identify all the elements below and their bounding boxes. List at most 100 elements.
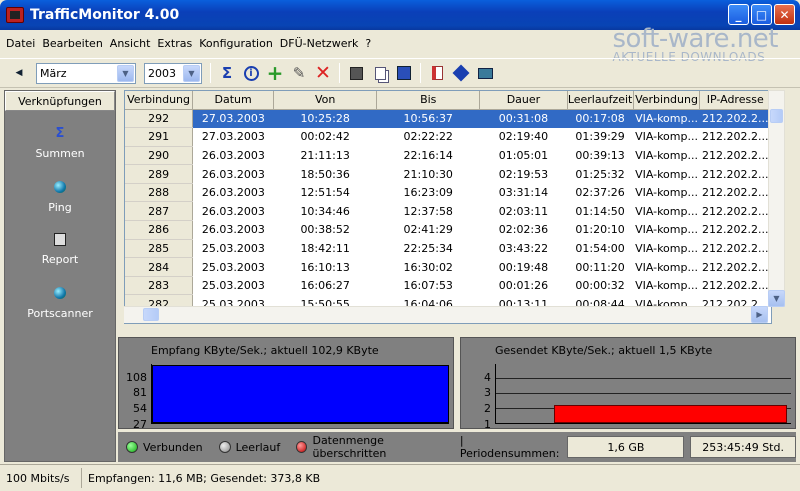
table-cell: VIA-komp...	[635, 260, 698, 274]
table-row[interactable]: 289 26.03.2003 18:50:36 21:10:30 02:19:53 01:…	[125, 164, 771, 184]
legend-idle: Leerlauf	[218, 440, 281, 454]
table-cell: 18:42:11	[300, 241, 350, 255]
table-row[interactable]: 290 26.03.2003 21:11:13 22:16:14 01:05:01 00:…	[125, 146, 771, 166]
table-row[interactable]: 287 26.03.2003 10:34:46 12:37:58 02:03:11 01:…	[125, 201, 771, 222]
sigma-icon[interactable]: Σ	[215, 61, 239, 85]
table-cell: 12:37:58	[403, 204, 453, 218]
column-header[interactable]: Leerlaufzeit	[567, 91, 634, 110]
delete-icon[interactable]: ✕	[311, 61, 335, 85]
table-cell: 00:02:42	[300, 130, 350, 144]
status-speed: 100 Mbits/s	[0, 468, 82, 488]
table-cell: 26.03.2003	[201, 186, 265, 200]
table-cell: VIA-komp...	[635, 204, 698, 218]
table-cell: VIA-komp...	[635, 130, 698, 144]
sidebar-item-summen[interactable]: Σ Summen	[5, 125, 115, 161]
column-header[interactable]: IP-Adresse	[699, 91, 771, 110]
legend-idle-label: Leerlauf	[235, 440, 281, 454]
table-cell: 01:25:32	[575, 167, 625, 181]
column-header[interactable]: Verbindung	[125, 91, 194, 110]
period-total-data: 1,6 GB	[567, 436, 685, 458]
table-cell: 212.202.2...	[702, 223, 769, 237]
table-cell: 26.03.2003	[201, 167, 265, 181]
chevron-down-icon[interactable]: ▼	[117, 64, 134, 82]
year-select[interactable]: 2003 ▼	[144, 62, 202, 84]
table-cell: 18:50:36	[300, 167, 350, 181]
add-icon[interactable]: +	[263, 61, 287, 85]
close-button[interactable]: ✕	[774, 4, 795, 25]
scroll-thumb[interactable]	[770, 109, 783, 123]
column-header[interactable]: Verbindung	[633, 91, 701, 110]
table-cell: 284	[125, 257, 194, 277]
sidebar: Verknüpfungen Σ Summen Ping Report Ports…	[4, 90, 116, 462]
sidebar-item-ping[interactable]: Ping	[5, 179, 115, 214]
minimize-button[interactable]: _	[728, 4, 749, 25]
column-header[interactable]: Von	[273, 91, 378, 110]
horizontal-scrollbar[interactable]: ▶	[124, 306, 768, 323]
table-row[interactable]: 292 27.03.2003 10:25:28 10:56:37 00:31:08 00:…	[125, 109, 771, 129]
previous-arrow-icon[interactable]: ◀	[8, 62, 30, 84]
table-cell: 212.202.2...	[702, 130, 769, 144]
table-cell: VIA-komp...	[635, 223, 698, 237]
table-cell: 27.03.2003	[192, 109, 274, 128]
sidebar-item-portscanner[interactable]: Portscanner	[5, 285, 115, 320]
connection-icon[interactable]	[449, 61, 473, 85]
status-bar: 100 Mbits/s Empfangen: 11,6 MB; Gesendet…	[0, 464, 800, 491]
menu-bearbeiten[interactable]: Bearbeiten	[42, 37, 102, 50]
table-cell: 01:05:01	[498, 148, 549, 162]
copy-icon[interactable]	[368, 61, 392, 85]
table-row[interactable]: 285 25.03.2003 18:42:11 22:25:34 03:43:22 01:…	[125, 239, 771, 259]
menu-datei[interactable]: Datei	[6, 37, 35, 50]
table-row[interactable]: 286 26.03.2003 00:38:52 02:41:29 02:02:36 01:…	[125, 220, 771, 240]
sidebar-header[interactable]: Verknüpfungen	[5, 91, 115, 111]
column-header[interactable]: Datum	[192, 91, 275, 110]
status-traffic: Empfangen: 11,6 MB; Gesendet: 373,8 KB	[88, 471, 321, 485]
table-cell: 01:14:50	[575, 204, 625, 218]
column-header[interactable]: Dauer	[479, 91, 568, 110]
info-icon[interactable]: i	[239, 61, 263, 85]
menu-extras[interactable]: Extras	[157, 37, 192, 50]
network-icon[interactable]	[473, 61, 497, 85]
send-tick: 4	[484, 371, 491, 384]
menu-help[interactable]: ?	[365, 37, 371, 50]
report-icon[interactable]	[425, 61, 449, 85]
month-select[interactable]: März ▼	[36, 62, 136, 84]
vertical-scrollbar[interactable]: ▼	[768, 90, 785, 307]
scroll-thumb[interactable]	[143, 308, 159, 321]
table-cell: VIA-komp...	[635, 279, 698, 293]
edit-icon[interactable]: ✎	[287, 61, 311, 85]
table-cell: 00:00:32	[575, 279, 625, 293]
table-cell: 22:25:34	[403, 241, 453, 255]
save-icon[interactable]	[392, 61, 416, 85]
table-row[interactable]: 283 25.03.2003 16:06:27 16:07:53 00:01:26 00:…	[125, 276, 771, 296]
maximize-button[interactable]: □	[751, 4, 772, 25]
cube-icon	[52, 231, 68, 247]
table-cell: 16:10:13	[300, 260, 350, 274]
menu-ansicht[interactable]: Ansicht	[110, 37, 151, 50]
receive-plot-area	[151, 364, 449, 424]
table-cell: 212.202.2...	[702, 167, 769, 181]
table-cell: 02:37:26	[575, 186, 625, 200]
table-cell: VIA-komp...	[635, 167, 698, 181]
sidebar-item-report[interactable]: Report	[5, 231, 115, 266]
connections-grid[interactable]: Verbindung Datum Von Bis Dauer Leerlaufzeit Ve…	[124, 90, 772, 324]
table-row[interactable]: 288 26.03.2003 12:51:54 16:23:09 03:31:14 02:…	[125, 183, 771, 203]
menu-dfue-netzwerk[interactable]: DFÜ-Netzwerk	[280, 37, 359, 50]
table-row[interactable]: 284 25.03.2003 16:10:13 16:30:02 00:19:48 00:…	[125, 257, 771, 277]
scroll-down-button[interactable]: ▼	[768, 290, 785, 307]
table-cell: 291	[125, 127, 194, 147]
table-cell: 16:06:27	[300, 279, 350, 293]
scroll-right-button[interactable]: ▶	[751, 306, 768, 323]
chevron-down-icon[interactable]: ▼	[183, 64, 200, 82]
legend-bar: Verbunden Leerlauf Datenmenge überschrit…	[118, 432, 796, 462]
cube-icon[interactable]	[344, 61, 368, 85]
receive-bar	[152, 365, 449, 423]
table-cell: VIA-komp...	[635, 241, 698, 255]
window-title: TrafficMonitor 4.00	[30, 7, 180, 23]
column-header[interactable]: Bis	[376, 91, 481, 110]
table-cell: 26.03.2003	[201, 148, 265, 162]
table-row[interactable]: 291 27.03.2003 00:02:42 02:22:22 02:19:40 01:…	[125, 127, 771, 147]
menu-konfiguration[interactable]: Konfiguration	[199, 37, 273, 50]
traffic-graphs: Empfang KByte/Sek.; aktuell 102,9 KByte …	[118, 337, 796, 431]
table-cell: 00:19:48	[498, 260, 549, 274]
table-cell: VIA-komp...	[635, 186, 698, 200]
